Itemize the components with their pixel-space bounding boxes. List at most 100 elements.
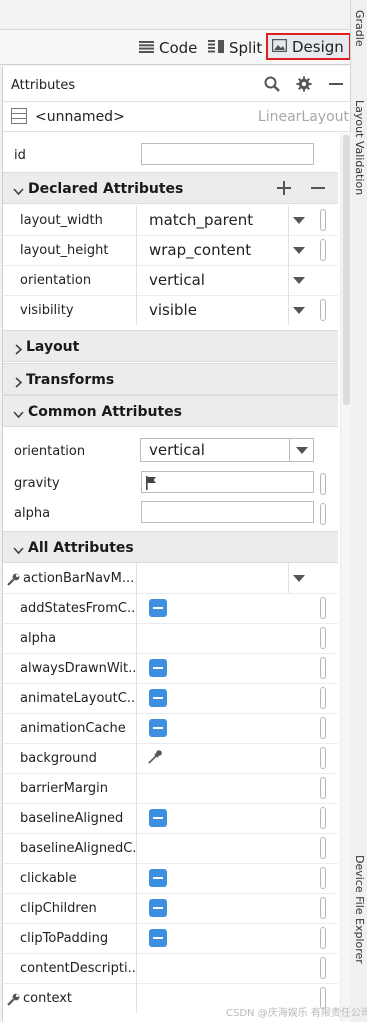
- chevron-down-icon[interactable]: [293, 217, 305, 224]
- boolean-toggle[interactable]: [149, 899, 167, 917]
- minimize-icon[interactable]: [325, 73, 347, 95]
- attr-value[interactable]: wrap_content: [149, 241, 251, 259]
- linear-layout-icon: [11, 108, 27, 128]
- boolean-toggle[interactable]: [149, 719, 167, 737]
- attr-label: alwaysDrawnWit...: [20, 661, 135, 676]
- attr-label: barrierMargin: [20, 781, 109, 796]
- resource-picker-pill[interactable]: [320, 299, 326, 321]
- resource-picker-pill[interactable]: [320, 597, 326, 619]
- layout-section-header[interactable]: Layout: [3, 330, 338, 362]
- attribute-row: clipChildren: [3, 893, 338, 923]
- resource-picker-pill[interactable]: [320, 747, 326, 769]
- id-row: id: [3, 140, 338, 170]
- boolean-toggle[interactable]: [149, 929, 167, 947]
- attr-label: gravity: [14, 476, 60, 491]
- layout-validation-tab[interactable]: Layout Validation: [353, 100, 366, 195]
- common-orientation-row: orientation vertical: [3, 436, 338, 466]
- attr-label: animationCache: [20, 721, 126, 736]
- resource-picker-pill[interactable]: [320, 957, 326, 979]
- chevron-right-icon: [13, 340, 24, 359]
- boolean-toggle[interactable]: [149, 599, 167, 617]
- boolean-toggle[interactable]: [149, 689, 167, 707]
- search-icon[interactable]: [261, 73, 283, 95]
- attr-value[interactable]: match_parent: [149, 211, 253, 229]
- gravity-input[interactable]: [141, 471, 314, 493]
- declared-attributes-header[interactable]: Declared Attributes: [3, 172, 338, 204]
- watermark: CSDN @庆海娱乐 有限责任公司: [226, 1008, 367, 1019]
- attr-label: clipToPadding: [20, 931, 109, 946]
- mode-toolbar: Code Split Design: [0, 30, 351, 65]
- wrench-icon: [7, 571, 20, 590]
- attr-label: clickable: [20, 871, 77, 886]
- attr-label: context: [23, 991, 72, 1006]
- resource-picker-pill[interactable]: [320, 657, 326, 679]
- attribute-row: clipToPadding: [3, 923, 338, 953]
- attr-value[interactable]: visible: [149, 301, 197, 319]
- chevron-down-icon[interactable]: [293, 307, 305, 314]
- code-mode-button[interactable]: Code: [136, 33, 200, 62]
- id-input[interactable]: [141, 143, 314, 165]
- component-type: LinearLayout: [257, 109, 349, 125]
- chevron-down-icon: [296, 447, 308, 454]
- attr-label: orientation: [20, 273, 92, 288]
- attribute-row: baselineAlignedC...: [3, 833, 338, 863]
- declared-row: layout_height wrap_content: [3, 235, 338, 265]
- resource-picker-pill[interactable]: [320, 627, 326, 649]
- attribute-row: animationCache: [3, 713, 338, 743]
- attr-label: visibility: [20, 303, 74, 318]
- attribute-row: contentDescripti...: [3, 953, 338, 983]
- boolean-toggle[interactable]: [149, 809, 167, 827]
- split-icon: [208, 39, 224, 57]
- all-attributes-header[interactable]: All Attributes: [3, 531, 338, 563]
- resource-picker-pill[interactable]: [320, 503, 326, 525]
- orientation-dropdown[interactable]: vertical: [140, 438, 314, 462]
- gear-icon[interactable]: [293, 73, 315, 95]
- code-mode-label: Code: [159, 38, 198, 57]
- resource-picker-pill[interactable]: [320, 807, 326, 829]
- resource-picker-pill[interactable]: [320, 837, 326, 859]
- resource-picker-pill[interactable]: [320, 473, 326, 495]
- common-attributes-header[interactable]: Common Attributes: [3, 395, 338, 427]
- attr-label: alpha: [14, 506, 51, 521]
- resource-picker-pill[interactable]: [320, 239, 326, 261]
- attr-label: layout_width: [20, 213, 103, 228]
- vertical-scrollbar[interactable]: [340, 133, 351, 1022]
- chevron-down-icon: [13, 541, 24, 560]
- attr-value[interactable]: vertical: [149, 271, 205, 289]
- chevron-right-icon: [13, 373, 24, 392]
- resource-picker-pill[interactable]: [320, 777, 326, 799]
- design-mode-button[interactable]: Design: [266, 33, 351, 60]
- wrench-icon: [7, 991, 20, 1010]
- attr-label: orientation: [14, 444, 86, 459]
- attribute-row: clickable: [3, 863, 338, 893]
- resource-picker-pill[interactable]: [320, 927, 326, 949]
- resource-picker-pill[interactable]: [320, 717, 326, 739]
- attribute-row: actionBarNavM...: [3, 563, 338, 593]
- resource-picker-pill[interactable]: [320, 867, 326, 889]
- add-attribute-icon[interactable]: [277, 180, 291, 199]
- boolean-toggle[interactable]: [149, 869, 167, 887]
- resource-picker-pill[interactable]: [320, 687, 326, 709]
- chevron-down-icon[interactable]: [293, 277, 305, 284]
- common-gravity-row: gravity: [3, 468, 338, 498]
- boolean-toggle[interactable]: [149, 659, 167, 677]
- scrollbar-thumb[interactable]: [343, 135, 350, 405]
- declared-attributes-title: Declared Attributes: [28, 181, 184, 197]
- flag-icon[interactable]: [145, 475, 157, 494]
- split-mode-button[interactable]: Split: [205, 33, 265, 62]
- eyedropper-icon[interactable]: [147, 749, 163, 769]
- code-lines-icon: [139, 39, 154, 57]
- gradle-tab[interactable]: Gradle: [353, 10, 366, 47]
- device-file-explorer-tab[interactable]: Device File Explorer: [353, 855, 366, 964]
- attr-label: layout_height: [20, 243, 109, 258]
- resource-picker-pill[interactable]: [320, 209, 326, 231]
- dropdown-value: vertical: [149, 441, 205, 459]
- remove-attribute-icon[interactable]: [311, 180, 325, 199]
- alpha-input[interactable]: [141, 501, 314, 523]
- transforms-section-header[interactable]: Transforms: [3, 363, 338, 395]
- attribute-row: alpha: [3, 623, 338, 653]
- chevron-down-icon[interactable]: [293, 575, 305, 582]
- resource-picker-pill[interactable]: [320, 897, 326, 919]
- chevron-down-icon[interactable]: [293, 247, 305, 254]
- attribute-row: addStatesFromC...: [3, 593, 338, 623]
